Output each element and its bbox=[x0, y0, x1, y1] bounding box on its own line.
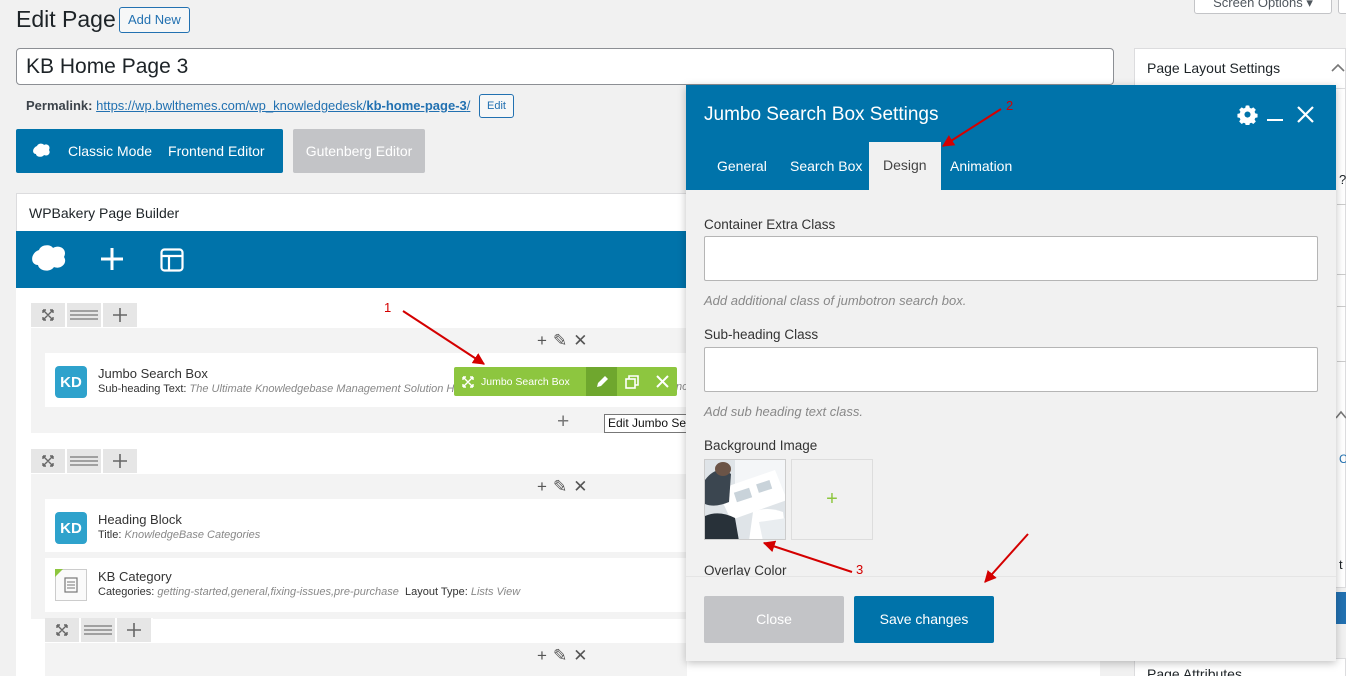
annotation-arrow-3 bbox=[762, 540, 853, 573]
annotation-arrow-4 bbox=[984, 533, 1029, 583]
annotation-label-3: 3 bbox=[856, 562, 864, 577]
annotation-arrows bbox=[402, 108, 1029, 583]
annotation-arrow-2 bbox=[941, 108, 1002, 147]
annotation-arrow-1 bbox=[402, 310, 486, 365]
annotation-label-2: 2 bbox=[1006, 98, 1014, 113]
annotation-label-1: 1 bbox=[384, 300, 392, 315]
